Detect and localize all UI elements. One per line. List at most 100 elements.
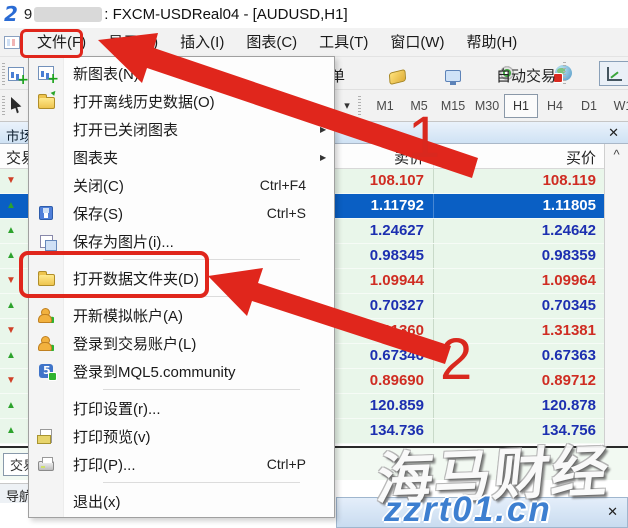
cursor-tool-icon[interactable]	[11, 97, 24, 114]
menubar-item[interactable]: 图表(C)	[235, 28, 308, 57]
menu-item[interactable]: 打开离线历史数据(O)	[29, 87, 334, 115]
menu-item-shortcut: Ctrl+F4	[260, 177, 320, 193]
menubar-item[interactable]: 帮助(H)	[455, 28, 528, 57]
column-divider	[433, 319, 434, 343]
timeframe-button[interactable]: H4	[538, 94, 572, 118]
menu-item-icon	[38, 308, 54, 323]
close-icon[interactable]: ✕	[608, 125, 619, 140]
price-direction-icon: ▼	[6, 325, 16, 336]
menu-item-icon	[40, 429, 52, 443]
menu-item[interactable]: 登录到MQL5.community	[29, 357, 334, 385]
menu-item[interactable]: 图表夹 ▶	[29, 143, 334, 171]
menu-item[interactable]: 打印设置(r)...	[29, 394, 334, 422]
scroll-up-icon[interactable]: ^	[605, 147, 628, 162]
menu-item[interactable]: 关闭(C) Ctrl+F4	[29, 171, 334, 199]
menu-item-icon	[38, 66, 54, 80]
sell-price: 120.859	[370, 397, 424, 414]
buy-price: 1.09964	[542, 272, 596, 289]
column-divider	[433, 244, 434, 268]
buy-column-header[interactable]: 买价	[566, 147, 596, 168]
annotation-box-file-menu	[20, 29, 83, 58]
sell-price: 1.31360	[370, 322, 424, 339]
menubar-item[interactable]: 窗口(W)	[379, 28, 455, 57]
sell-price: 1.11792	[371, 197, 424, 214]
timeframe-button[interactable]: M1	[368, 94, 402, 118]
timeframe-button[interactable]: D1	[572, 94, 606, 118]
toolbar-grip[interactable]	[2, 96, 5, 116]
child-window-icon[interactable]	[4, 36, 20, 49]
column-divider	[433, 194, 434, 218]
menubar-item[interactable]: 插入(I)	[169, 28, 235, 57]
menu-item[interactable]: 开新模拟帐户(A)	[29, 301, 334, 329]
menu-item-icon-cell	[29, 235, 63, 248]
column-divider	[433, 344, 434, 368]
timeframe-button[interactable]: W1	[606, 94, 628, 118]
menu-item[interactable]: 退出(x)	[29, 487, 334, 515]
buy-price: 1.11805	[543, 197, 596, 214]
menu-item-label: 保存(S)	[63, 203, 267, 224]
sell-price: 0.89690	[370, 372, 424, 389]
annotation-step-1: 1	[408, 104, 440, 171]
title-bar: 2 9 : FXCM-USDReal04 - [AUDUSD,H1]	[0, 0, 628, 28]
price-direction-icon: ▲	[6, 350, 16, 361]
column-divider	[433, 369, 434, 393]
timeframe-button[interactable]: M30	[470, 94, 504, 118]
chevron-down-icon[interactable]: ▾	[338, 97, 356, 115]
buy-price: 1.31381	[542, 322, 596, 339]
menubar-item[interactable]: 显示(V)	[97, 28, 169, 57]
buy-price: 108.119	[543, 172, 596, 189]
menu-item-icon-cell	[29, 336, 63, 351]
price-direction-icon: ▲	[6, 225, 16, 236]
mt4-window: 2 9 : FXCM-USDReal04 - [AUDUSD,H1] 文件(F)…	[0, 0, 628, 528]
menu-item-icon-cell	[29, 94, 63, 109]
menu-item[interactable]: 打开已关闭图表 ▶	[29, 115, 334, 143]
toolbar-grip[interactable]	[2, 63, 5, 85]
menu-item[interactable]	[29, 478, 334, 487]
scrollbar[interactable]: ^	[604, 144, 628, 446]
menu-bar: 文件(F) 显示(V) 插入(I) 图表(C) 工具(T) 窗口(W) 帮助(H…	[0, 28, 628, 57]
menu-item-icon	[39, 364, 53, 378]
menu-item-label: 开新模拟帐户(A)	[63, 305, 306, 326]
indicator-window-button[interactable]	[599, 61, 628, 86]
menu-item[interactable]: 保存(S) Ctrl+S	[29, 199, 334, 227]
menu-item-icon	[38, 97, 55, 109]
menu-item-label: 打开离线历史数据(O)	[63, 91, 306, 112]
buy-price: 0.89712	[542, 372, 596, 389]
new-chart-toolbar-icon[interactable]	[8, 67, 24, 81]
toolbar-separator	[563, 62, 566, 86]
menu-item-icon-cell	[29, 429, 63, 443]
annotation-box-open-data-folder	[19, 251, 209, 298]
menu-item-icon-cell	[29, 308, 63, 323]
price-direction-icon: ▼	[6, 275, 16, 286]
menu-item-icon	[38, 461, 54, 471]
metaeditor-icon[interactable]	[389, 69, 406, 85]
autotrade-button[interactable]: 自动交易	[496, 65, 556, 86]
menu-item-label: 退出(x)	[63, 491, 306, 512]
menu-item-label: 关闭(C)	[63, 175, 260, 196]
column-divider	[433, 219, 434, 243]
price-direction-icon: ▼	[6, 375, 16, 386]
redacted-account-number	[34, 7, 102, 22]
timeframe-button[interactable]: H1	[504, 94, 538, 118]
menubar-item[interactable]: 工具(T)	[308, 28, 379, 57]
timeframe-button[interactable]: M15	[436, 94, 470, 118]
sell-price: 0.98345	[370, 247, 424, 264]
menu-item-label: 登录到MQL5.community	[63, 361, 306, 382]
account-number-prefix: 9	[24, 6, 32, 23]
buy-price: 0.67363	[542, 347, 596, 364]
menu-item-icon-cell	[29, 206, 63, 220]
menu-item[interactable]: 打印预览(v)	[29, 422, 334, 450]
menu-bar-items: 文件(F) 显示(V) 插入(I) 图表(C) 工具(T) 窗口(W) 帮助(H…	[26, 28, 528, 56]
menu-item-shortcut: Ctrl+S	[267, 205, 320, 221]
menu-item[interactable]: 新图表(N)	[29, 59, 334, 87]
sell-price: 1.09944	[370, 272, 424, 289]
menu-item[interactable]	[29, 385, 334, 394]
terminal-icon[interactable]	[445, 70, 461, 82]
watermark-site: zzrt01.cn	[384, 490, 552, 528]
menu-item[interactable]: 登录到交易账户(L)	[29, 329, 334, 357]
menu-item[interactable]: 打印(P)... Ctrl+P	[29, 450, 334, 478]
price-direction-icon: ▼	[6, 175, 16, 186]
menu-item-icon-cell	[29, 364, 63, 378]
mt4-logo-icon: 2	[4, 4, 18, 24]
price-direction-icon: ▲	[6, 200, 16, 211]
